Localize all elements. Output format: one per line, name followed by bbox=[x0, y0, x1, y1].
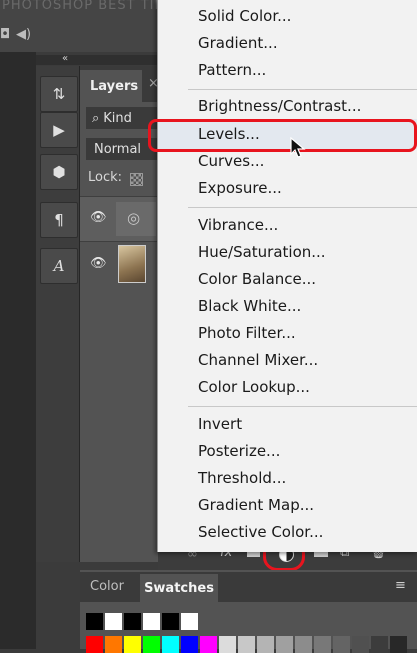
menu-item-exposure[interactable]: Exposure... bbox=[198, 179, 282, 197]
swatch[interactable] bbox=[257, 636, 274, 653]
watermark-text: PHOTOSHOP BEST TIPS bbox=[2, 0, 173, 13]
menu-item-solid-color[interactable]: Solid Color... bbox=[198, 7, 291, 25]
menu-separator bbox=[188, 406, 417, 407]
swatch[interactable] bbox=[333, 636, 350, 653]
document-canvas bbox=[0, 0, 36, 649]
tab-layers[interactable]: Layers bbox=[80, 70, 142, 102]
paragraph-styles-icon[interactable]: ¶ bbox=[40, 202, 78, 238]
swatch[interactable] bbox=[200, 636, 217, 653]
swatch[interactable] bbox=[162, 636, 179, 653]
menu-item-photo-filter[interactable]: Photo Filter... bbox=[198, 324, 296, 342]
menu-separator bbox=[188, 89, 417, 90]
speaker-icon[interactable]: ◀) bbox=[16, 27, 31, 42]
menu-item-brightness-contrast[interactable]: Brightness/Contrast... bbox=[198, 97, 361, 115]
photo-layer-thumbnail[interactable] bbox=[118, 245, 146, 283]
swatch[interactable] bbox=[105, 613, 122, 630]
camera-icon[interactable]: ◘ bbox=[0, 27, 10, 42]
swatch[interactable] bbox=[276, 636, 293, 653]
search-icon: ⌕ bbox=[92, 110, 100, 126]
menu-item-selective-color[interactable]: Selective Color... bbox=[198, 523, 323, 541]
swatch[interactable] bbox=[352, 636, 369, 653]
eye-icon[interactable]: 👁 bbox=[90, 256, 107, 271]
tab-color[interactable]: Color bbox=[90, 579, 124, 594]
swatch[interactable] bbox=[181, 636, 198, 653]
swatch[interactable] bbox=[124, 636, 141, 653]
swatch[interactable] bbox=[181, 613, 198, 630]
hamburger-menu-icon[interactable]: ≡ bbox=[395, 578, 406, 593]
swatch[interactable] bbox=[124, 613, 141, 630]
menu-item-gradient[interactable]: Gradient... bbox=[198, 34, 278, 52]
annotation-highlight-box bbox=[148, 119, 417, 152]
panel-icon-column: ⇅ ▶ ⬢ ¶ A bbox=[36, 66, 80, 562]
menu-item-hue-saturation[interactable]: Hue/Saturation... bbox=[198, 243, 326, 261]
lock-transparency-icon[interactable] bbox=[130, 173, 143, 186]
swatch[interactable] bbox=[238, 636, 255, 653]
lock-label: Lock: bbox=[88, 170, 123, 185]
menu-item-threshold[interactable]: Threshold... bbox=[198, 469, 286, 487]
menu-item-black-white[interactable]: Black White... bbox=[198, 297, 301, 315]
swatch[interactable] bbox=[86, 636, 103, 653]
swatches-tab-bar bbox=[80, 572, 417, 602]
menu-item-channel-mixer[interactable]: Channel Mixer... bbox=[198, 351, 318, 369]
filter-kind-label: Kind bbox=[103, 110, 132, 126]
panel-collapse-bar[interactable] bbox=[36, 55, 158, 65]
menu-item-pattern[interactable]: Pattern... bbox=[198, 61, 266, 79]
swatch[interactable] bbox=[105, 636, 122, 653]
menu-separator bbox=[188, 207, 417, 208]
menu-item-gradient-map[interactable]: Gradient Map... bbox=[198, 496, 314, 514]
menu-item-curves[interactable]: Curves... bbox=[198, 152, 264, 170]
swatch[interactable] bbox=[162, 613, 179, 630]
swatch[interactable] bbox=[371, 636, 388, 653]
tab-swatches[interactable]: Swatches bbox=[140, 574, 218, 602]
menu-item-posterize[interactable]: Posterize... bbox=[198, 442, 280, 460]
swatch[interactable] bbox=[390, 636, 407, 653]
adjustment-layer-icon: ◎ bbox=[127, 209, 141, 227]
swatch[interactable] bbox=[295, 636, 312, 653]
menu-item-vibrance[interactable]: Vibrance... bbox=[198, 216, 278, 234]
menu-item-color-balance[interactable]: Color Balance... bbox=[198, 270, 316, 288]
mouse-cursor-icon bbox=[290, 136, 306, 163]
eye-icon[interactable]: 👁 bbox=[90, 210, 107, 225]
menu-item-invert[interactable]: Invert bbox=[198, 415, 242, 433]
menu-item-color-lookup[interactable]: Color Lookup... bbox=[198, 378, 310, 396]
swatch[interactable] bbox=[143, 613, 160, 630]
swatch[interactable] bbox=[86, 613, 103, 630]
actions-play-icon[interactable]: ▶ bbox=[40, 112, 78, 148]
3d-icon[interactable]: ⬢ bbox=[40, 154, 78, 190]
history-icon[interactable]: ⇅ bbox=[40, 76, 78, 112]
swatch[interactable] bbox=[143, 636, 160, 653]
swatch[interactable] bbox=[314, 636, 331, 653]
collapse-icon[interactable]: « bbox=[62, 53, 68, 64]
swatch[interactable] bbox=[219, 636, 236, 653]
character-icon[interactable]: A bbox=[40, 248, 78, 284]
